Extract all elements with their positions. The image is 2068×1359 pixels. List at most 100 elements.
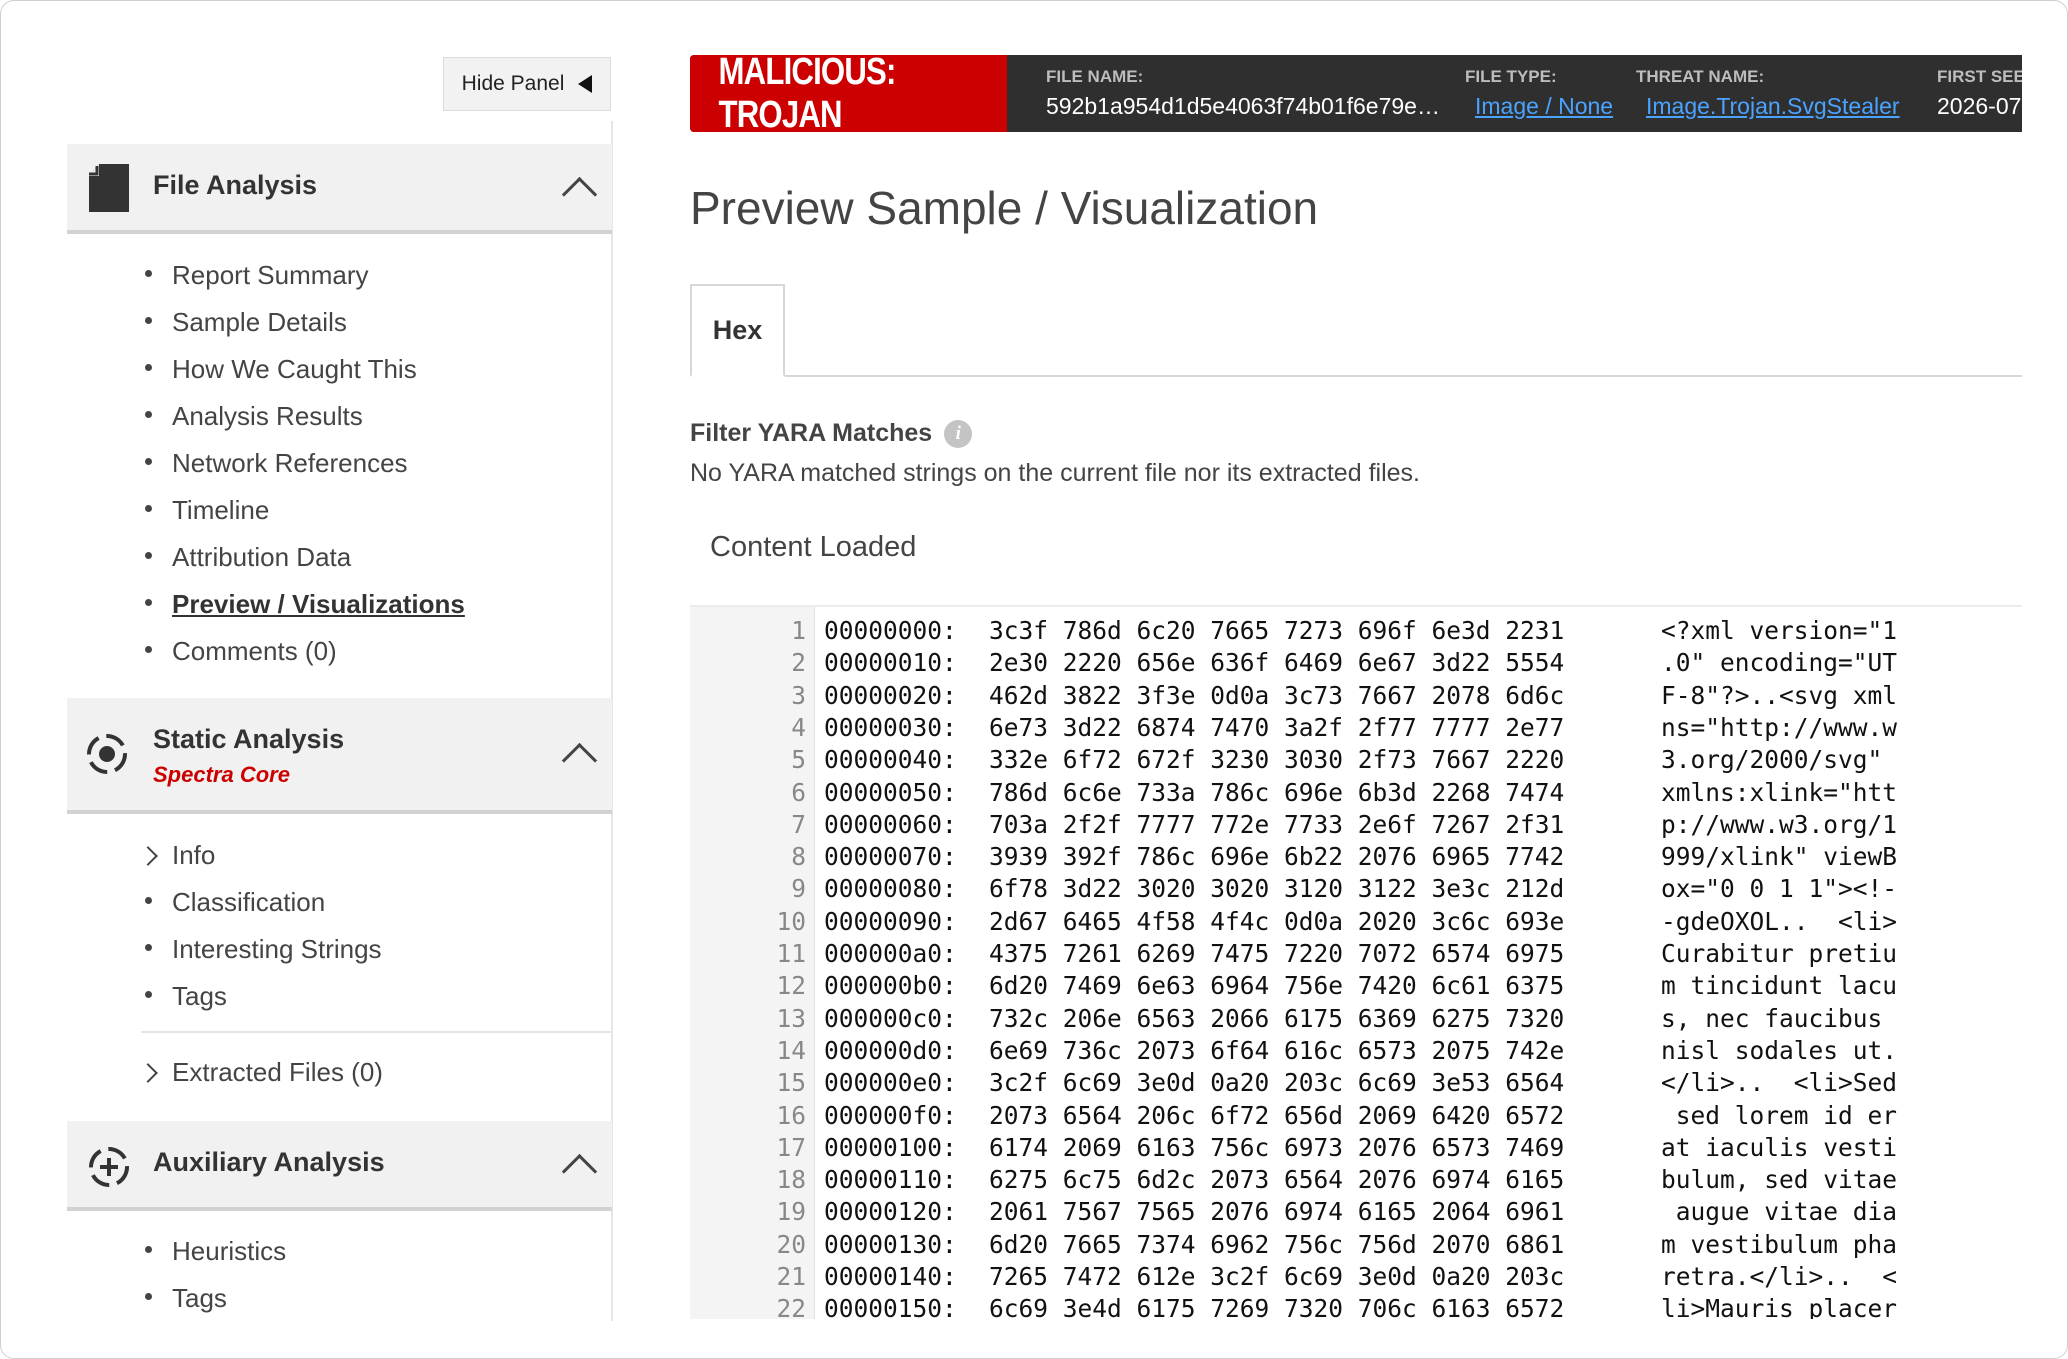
threat-name-meta: THREAT NAME: Image.Trojan.SvgStealer [1636, 67, 1900, 119]
hex-offset: 000000d0: [824, 1035, 957, 1065]
verdict-badge: MALICIOUS: TROJAN [690, 55, 1007, 132]
hex-bytes: 6e69 736c 2073 6f64 616c 6573 2075 742e [989, 1035, 1565, 1065]
line-number: 18 [776, 1165, 806, 1195]
sidebar-item-sample-details[interactable]: Sample Details [141, 299, 465, 346]
sidebar-item-interesting-strings[interactable]: Interesting Strings [141, 926, 382, 973]
sidebar-item-comments-0[interactable]: Comments (0) [141, 628, 465, 675]
sidebar-item-attribution-data[interactable]: Attribution Data [141, 534, 465, 581]
sidebar-item-report-summary[interactable]: Report Summary [141, 252, 465, 299]
ascii-text: nisl sodales ut. [1661, 1035, 1898, 1065]
ascii-text: m tincidunt lacu [1661, 971, 1898, 1001]
sidebar-item-how-we-caught-this[interactable]: How We Caught This [141, 346, 465, 393]
tab-hex[interactable]: Hex [690, 284, 785, 377]
sidebar-item-preview-visualizations[interactable]: Preview / Visualizations [141, 581, 465, 628]
divider [141, 1031, 611, 1033]
hex-bytes: 703a 2f2f 7777 772e 7733 2e6f 7267 2f31 [989, 809, 1565, 839]
hex-row: 6 00000050: 786d 6c6e 733a 786c 696e 6b3d … [690, 777, 2022, 809]
page-title: Preview Sample / Visualization [690, 182, 1319, 234]
sidebar-item-tags[interactable]: Tags [141, 973, 382, 1020]
hex-bytes: 6c69 3e4d 6175 7269 7320 706c 6163 6572 [989, 1294, 1565, 1319]
hex-bytes: 4375 7261 6269 7475 7220 7072 6574 6975 [989, 939, 1565, 968]
app-window: Hide Panel File Analysis Report Summary S… [0, 0, 2068, 1359]
line-number: 6 [791, 777, 806, 807]
hex-row: 11 000000a0: 4375 7261 6269 7475 7220 7072… [690, 938, 2022, 970]
sidebar-item-heuristics[interactable]: Heuristics [141, 1228, 286, 1275]
hex-row: 13 000000c0: 732c 206e 6563 2066 6175 6369… [690, 1003, 2022, 1035]
ascii-text: <?xml version="1 [1661, 616, 1898, 645]
line-number: 14 [776, 1035, 806, 1065]
sidebar-item-info[interactable]: Info [141, 832, 382, 879]
hex-offset: 00000040: [824, 745, 957, 775]
hex-offset: 00000070: [824, 842, 957, 872]
hex-bytes: 6275 6c75 6d2c 2073 6564 2076 6974 6165 [989, 1165, 1565, 1195]
content-loaded-header: Content Loaded [690, 509, 2022, 607]
hex-offset: 000000b0: [824, 971, 957, 1001]
hex-row: 18 00000110: 6275 6c75 6d2c 2073 6564 2076… [690, 1164, 2022, 1196]
hide-panel-button[interactable]: Hide Panel [443, 57, 611, 111]
ascii-text: xmlns:xlink="htt [1661, 777, 1898, 807]
ascii-text: li>Mauris placer [1661, 1294, 1898, 1319]
chevron-up-icon[interactable] [561, 1153, 598, 1190]
auxiliary-analysis-header[interactable]: Auxiliary Analysis [67, 1121, 612, 1211]
static-analysis-subtitle: Spectra Core [153, 762, 290, 787]
ascii-text: retra.</li>.. < [1661, 1262, 1898, 1291]
ascii-text: bulum, sed vitae [1661, 1165, 1898, 1195]
line-number: 15 [776, 1068, 806, 1098]
sidebar-item-extracted-files[interactable]: Extracted Files (0) [141, 1049, 383, 1096]
hex-row: 3 00000020: 462d 3822 3f3e 0d0a 3c73 7667 … [690, 680, 2022, 712]
file-type-link[interactable]: Image / None [1475, 93, 1613, 119]
line-number: 3 [791, 680, 806, 710]
hex-row: 4 00000030: 6e73 3d22 6874 7470 3a2f 2f77 … [690, 712, 2022, 744]
file-analysis-nav: Report Summary Sample Details How We Caugh… [141, 252, 465, 675]
line-number: 21 [776, 1262, 806, 1291]
ascii-text: sed lorem id er [1661, 1100, 1898, 1130]
auxiliary-analysis-title: Auxiliary Analysis [153, 1147, 385, 1177]
sidebar-item-network-references[interactable]: Network References [141, 440, 465, 487]
line-number: 4 [791, 712, 806, 742]
hex-bytes: 6f78 3d22 3020 3020 3120 3122 3e3c 212d [989, 874, 1565, 904]
file-name-meta: FILE NAME: 592b1a954d1d5e4063f74b01f6e79… [1046, 67, 1440, 119]
line-number: 20 [776, 1229, 806, 1259]
hex-row: 2 00000010: 2e30 2220 656e 636f 6469 6e67 … [690, 647, 2022, 679]
sidebar-item-classification[interactable]: Classification [141, 879, 382, 926]
line-number: 11 [776, 939, 806, 968]
hex-bytes: 462d 3822 3f3e 0d0a 3c73 7667 2078 6d6c [989, 680, 1565, 710]
sidebar-item-analysis-results[interactable]: Analysis Results [141, 393, 465, 440]
hex-bytes: 7265 7472 612e 3c2f 6c69 3e0d 0a20 203c [989, 1262, 1565, 1291]
hex-row: 20 00000130: 6d20 7665 7374 6962 756c 756d… [690, 1229, 2022, 1261]
hex-bytes: 3c2f 6c69 3e0d 0a20 203c 6c69 3e53 6564 [989, 1068, 1565, 1098]
chevron-up-icon[interactable] [561, 176, 598, 213]
sidebar-item-timeline[interactable]: Timeline [141, 487, 465, 534]
ascii-text: 999/xlink" viewB [1661, 842, 1898, 872]
hex-offset: 00000080: [824, 874, 957, 904]
hide-panel-label: Hide Panel [461, 72, 565, 95]
hex-row: 14 000000d0: 6e69 736c 2073 6f64 616c 6573… [690, 1035, 2022, 1067]
sidebar-item-tags[interactable]: Tags [141, 1275, 286, 1322]
hex-offset: 00000120: [824, 1197, 957, 1227]
file-name-value: 592b1a954d1d5e4063f74b01f6e79e… [1046, 93, 1440, 119]
line-number: 10 [776, 906, 806, 936]
hex-viewer[interactable]: 1 00000000: 3c3f 786d 6c20 7665 7273 696f … [690, 607, 2022, 1319]
hex-offset: 00000100: [824, 1132, 957, 1162]
threat-name-link[interactable]: Image.Trojan.SvgStealer [1646, 93, 1900, 119]
hex-offset: 00000030: [824, 712, 957, 742]
hex-bytes: 2d67 6465 4f58 4f4c 0d0a 2020 3c6c 693e [989, 906, 1565, 936]
line-number: 2 [791, 648, 806, 678]
hex-row: 9 00000080: 6f78 3d22 3020 3020 3120 3122 … [690, 873, 2022, 905]
hex-offset: 00000020: [824, 680, 957, 710]
hex-bytes: 6d20 7665 7374 6962 756c 756d 2070 6861 [989, 1229, 1565, 1259]
line-number: 1 [791, 616, 806, 645]
hex-bytes: 786d 6c6e 733a 786c 696e 6b3d 2268 7474 [989, 777, 1565, 807]
chevron-up-icon[interactable] [561, 742, 598, 779]
hex-offset: 00000110: [824, 1165, 957, 1195]
ascii-text: s, nec faucibus [1661, 1003, 1898, 1033]
line-number: 7 [791, 809, 806, 839]
ascii-text: ns="http://www.w [1661, 712, 1898, 742]
hex-row: 21 00000140: 7265 7472 612e 3c2f 6c69 3e0d… [690, 1261, 2022, 1293]
file-analysis-title: File Analysis [153, 170, 318, 200]
file-analysis-header[interactable]: File Analysis [67, 144, 612, 234]
static-analysis-header[interactable]: Static Analysis Spectra Core [67, 698, 612, 814]
target-icon [87, 734, 127, 774]
info-icon[interactable]: i [944, 419, 973, 448]
hex-bytes: 2073 6564 206c 6f72 656d 2069 6420 6572 [989, 1100, 1565, 1130]
